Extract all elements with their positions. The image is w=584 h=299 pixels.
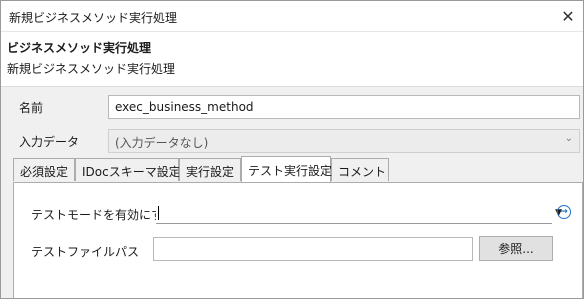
input-data-value: (入力データなし) (115, 136, 209, 150)
text-caret (158, 206, 159, 220)
header-title: ビジネスメソッド実行処理 (7, 41, 152, 55)
browse-button[interactable]: 参照... (479, 236, 553, 261)
tab-label: 実行設定 (186, 165, 235, 179)
tab-execution-settings[interactable]: 実行設定 (179, 158, 241, 181)
tab-test-execution[interactable]: テスト実行設定 (241, 156, 333, 182)
chevron-down-icon: ⌄ (564, 133, 573, 144)
input-data-label: 入力データ (19, 135, 80, 149)
test-file-path-input[interactable] (153, 237, 473, 261)
input-data-select[interactable]: (入力データなし) ⌄ (108, 129, 580, 153)
test-settings-panel: テストモードを有効にする ▼ → テストファイルパス 参照... (13, 182, 583, 298)
close-icon: ✕ (561, 6, 575, 26)
dialog-header: ビジネスメソッド実行処理 新規ビジネスメソッド実行処理 (1, 32, 583, 87)
tab-label: コメント (338, 165, 387, 179)
header-description: 新規ビジネスメソッド実行処理 (7, 62, 176, 76)
tab-label: IDocスキーマ設定 (82, 165, 181, 179)
tab-comment[interactable]: コメント (331, 158, 389, 181)
dialog-window: 新規ビジネスメソッド実行処理 ✕ ビジネスメソッド実行処理 新規ビジネスメソッド… (0, 0, 584, 299)
test-file-label: テストファイルパス (31, 245, 140, 259)
tab-idoc-schema[interactable]: IDocスキーマ設定 (75, 158, 181, 181)
test-mode-combo[interactable]: ▼ (156, 203, 562, 224)
close-button[interactable]: ✕ (553, 1, 583, 31)
tab-label: テスト実行設定 (248, 164, 333, 178)
name-field[interactable] (108, 95, 580, 119)
tab-required-settings[interactable]: 必須設定 (13, 158, 75, 181)
tab-label: 必須設定 (20, 165, 69, 179)
browse-button-label: 参照... (498, 242, 534, 256)
title-bar: 新規ビジネスメソッド実行処理 ✕ (1, 1, 583, 32)
window-title: 新規ビジネスメソッド実行処理 (9, 11, 178, 25)
name-label: 名前 (19, 101, 44, 115)
arrow-circle-right-icon[interactable]: → (557, 205, 571, 219)
test-mode-label: テストモードを有効にする (31, 208, 176, 222)
